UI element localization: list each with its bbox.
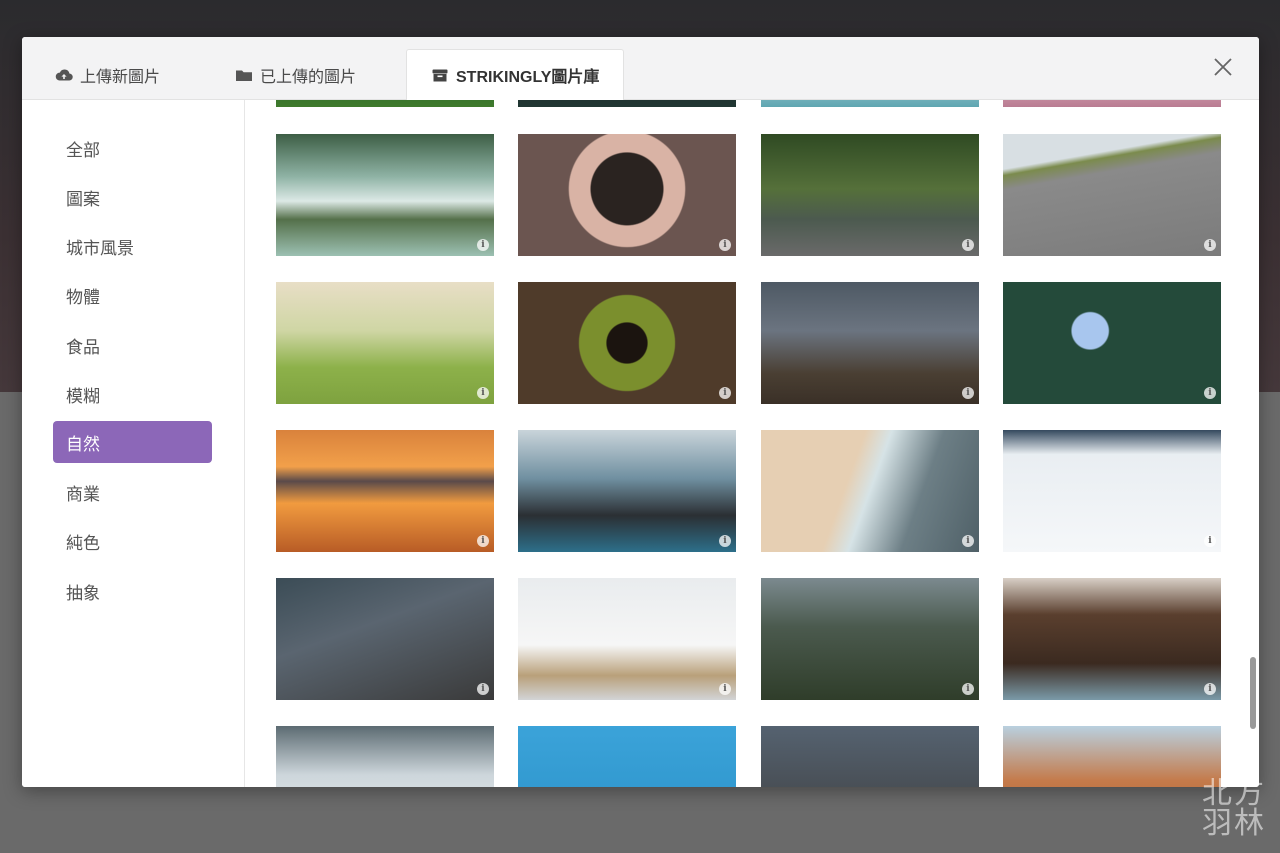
image-tile-seeds-in-hands[interactable]: i bbox=[518, 134, 736, 256]
category-business[interactable]: 商業 bbox=[53, 471, 212, 513]
category-label: 全部 bbox=[66, 140, 100, 160]
image-tile-snow-field[interactable]: i bbox=[1003, 430, 1221, 552]
image-gallery: i i i i i i i i i i i i i i i i bbox=[245, 100, 1259, 787]
info-icon[interactable]: i bbox=[477, 535, 489, 547]
image-tile-beach-waves[interactable]: i bbox=[761, 430, 979, 552]
close-icon bbox=[1214, 58, 1232, 76]
image-tile-volcano-smoke[interactable] bbox=[761, 726, 979, 787]
cloud-upload-icon bbox=[55, 67, 73, 83]
image-picker-modal: 上傳新圖片 已上傳的圖片 STRIKINGLY圖片庫 全部 圖案 城市風景 物體… bbox=[22, 37, 1259, 787]
tab-uploaded-label: 已上傳的圖片 bbox=[260, 68, 357, 86]
image-tile-misty-moss[interactable]: i bbox=[276, 134, 494, 256]
category-label: 純色 bbox=[66, 533, 100, 553]
category-blur[interactable]: 模糊 bbox=[53, 373, 212, 415]
category-solid-color[interactable]: 純色 bbox=[53, 520, 212, 562]
image-tile-leaf-spiral[interactable]: i bbox=[518, 282, 736, 404]
info-icon[interactable]: i bbox=[962, 239, 974, 251]
image-tile-blue-flowers[interactable]: i bbox=[1003, 282, 1221, 404]
info-icon[interactable]: i bbox=[1204, 683, 1216, 695]
category-label: 圖案 bbox=[66, 189, 100, 209]
category-sidebar: 全部 圖案 城市風景 物體 食品 模糊 自然 商業 純色 抽象 bbox=[22, 100, 245, 787]
image-tile-canyon[interactable] bbox=[1003, 726, 1221, 787]
image-tile-museum-hall[interactable]: i bbox=[761, 282, 979, 404]
image-tile-sunset-sea[interactable]: i bbox=[276, 430, 494, 552]
image-tile-rock-arch[interactable]: i bbox=[1003, 578, 1221, 700]
category-label: 抽象 bbox=[66, 583, 100, 603]
watermark-line-2: 羽林 bbox=[1202, 806, 1266, 841]
image-tile-interior-room[interactable]: i bbox=[518, 578, 736, 700]
info-icon[interactable]: i bbox=[719, 535, 731, 547]
category-patterns[interactable]: 圖案 bbox=[53, 176, 212, 218]
info-icon[interactable]: i bbox=[962, 387, 974, 399]
category-label: 物體 bbox=[66, 287, 100, 307]
image-tile[interactable] bbox=[1003, 100, 1221, 107]
info-icon[interactable]: i bbox=[477, 683, 489, 695]
info-icon[interactable]: i bbox=[719, 239, 731, 251]
info-icon[interactable]: i bbox=[719, 387, 731, 399]
tab-bar: 上傳新圖片 已上傳的圖片 STRIKINGLY圖片庫 bbox=[22, 37, 1259, 101]
category-label: 商業 bbox=[66, 484, 100, 504]
category-abstract[interactable]: 抽象 bbox=[53, 570, 212, 612]
tab-strikingly-library-label: STRIKINGLY圖片庫 bbox=[456, 69, 600, 86]
image-tile-cloud-peaks[interactable] bbox=[276, 726, 494, 787]
category-label: 自然 bbox=[66, 434, 100, 454]
category-all[interactable]: 全部 bbox=[53, 127, 212, 169]
watermark-line-1: 北方 bbox=[1202, 776, 1266, 811]
info-icon[interactable]: i bbox=[962, 683, 974, 695]
watermark-logo: 北方 羽林 bbox=[1202, 779, 1266, 839]
close-button[interactable] bbox=[1211, 55, 1235, 79]
category-objects[interactable]: 物體 bbox=[53, 274, 212, 316]
image-tile-foggy-forest[interactable]: i bbox=[761, 578, 979, 700]
image-tile-empty-road[interactable]: i bbox=[1003, 134, 1221, 256]
tab-upload-new[interactable]: 上傳新圖片 bbox=[55, 49, 160, 100]
info-icon[interactable]: i bbox=[477, 387, 489, 399]
category-nature[interactable]: 自然 bbox=[53, 421, 212, 463]
tab-uploaded[interactable]: 已上傳的圖片 bbox=[235, 49, 356, 100]
image-tile[interactable] bbox=[761, 100, 979, 107]
image-tile-bee-meadow[interactable]: i bbox=[276, 282, 494, 404]
category-label: 模糊 bbox=[66, 386, 100, 406]
gallery-scrollbar-thumb[interactable] bbox=[1250, 657, 1256, 729]
info-icon[interactable]: i bbox=[1204, 239, 1216, 251]
image-tile[interactable] bbox=[276, 100, 494, 107]
tab-strikingly-library[interactable]: STRIKINGLY圖片庫 bbox=[406, 49, 625, 101]
image-tile-forest-bridge[interactable]: i bbox=[761, 134, 979, 256]
category-cityscape[interactable]: 城市風景 bbox=[53, 225, 212, 267]
category-label: 城市風景 bbox=[66, 238, 134, 258]
category-label: 食品 bbox=[66, 337, 100, 357]
info-icon[interactable]: i bbox=[1204, 387, 1216, 399]
info-icon[interactable]: i bbox=[719, 683, 731, 695]
folder-icon bbox=[235, 67, 253, 83]
archive-box-icon bbox=[431, 67, 449, 83]
image-tile-lava-ocean[interactable]: i bbox=[518, 430, 736, 552]
image-tile[interactable] bbox=[518, 100, 736, 107]
info-icon[interactable]: i bbox=[962, 535, 974, 547]
image-tile-aerial-mountains[interactable]: i bbox=[276, 578, 494, 700]
category-food[interactable]: 食品 bbox=[53, 324, 212, 366]
info-icon[interactable]: i bbox=[477, 239, 489, 251]
info-icon[interactable]: i bbox=[1204, 535, 1216, 547]
tab-upload-new-label: 上傳新圖片 bbox=[80, 68, 161, 86]
image-tile-pine-sky[interactable] bbox=[518, 726, 736, 787]
